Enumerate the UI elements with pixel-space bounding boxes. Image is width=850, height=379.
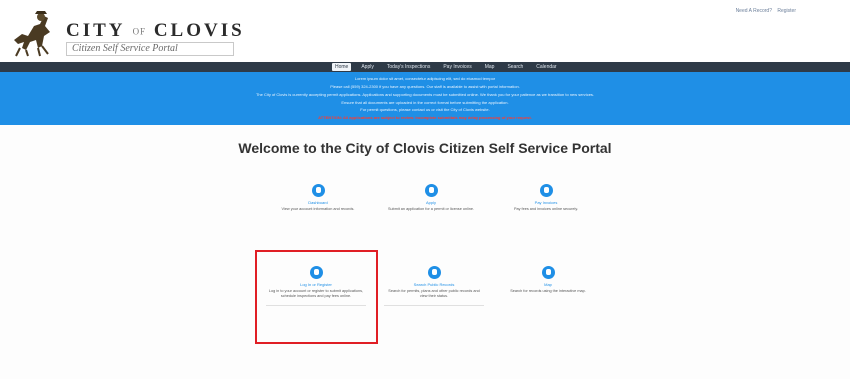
- top-links: Need A Record? Register: [732, 8, 796, 14]
- need-record-link[interactable]: Need A Record?: [736, 8, 772, 14]
- header: CITY OF CLOVIS Citizen Self Service Port…: [0, 0, 850, 62]
- brand-title: CITY OF CLOVIS: [66, 20, 245, 42]
- pay-icon: [539, 184, 553, 197]
- tile-search-records[interactable]: Search Public Records Search for permits…: [384, 266, 484, 306]
- search-icon: [427, 266, 441, 279]
- banner-line: Ensure that all documents are uploaded i…: [341, 100, 509, 105]
- tile-label: Apply: [425, 200, 436, 205]
- register-link[interactable]: Register: [777, 8, 796, 14]
- banner-line: Please call (559) 324-2300 if you have a…: [330, 84, 520, 89]
- highlight-box: [255, 250, 378, 344]
- nav-item-apply[interactable]: Apply: [358, 63, 377, 71]
- tile-description: Pay fees and invoices online securely.: [513, 207, 579, 211]
- tile-dashboard[interactable]: Dashboard View your account information …: [268, 184, 368, 212]
- tile-map[interactable]: Map Search for records using the interac…: [498, 266, 598, 294]
- site-logo[interactable]: CITY OF CLOVIS Citizen Self Service Port…: [8, 6, 242, 58]
- tile-label: Search Public Records: [413, 282, 455, 287]
- divider: [384, 305, 484, 306]
- banner-line: The City of Clovis is currently acceptin…: [255, 92, 595, 97]
- tile-description: Search for records using the interactive…: [510, 289, 586, 293]
- cowboy-emblem-icon: [14, 11, 50, 57]
- banner-line: For permit questions, please contact us …: [360, 107, 490, 112]
- nav-item-pay-invoices[interactable]: Pay Invoices: [440, 63, 474, 71]
- tile-pay-invoices[interactable]: Pay Invoices Pay fees and invoices onlin…: [496, 184, 596, 212]
- nav-items: Home Apply Today's Inspections Pay Invoi…: [332, 62, 560, 72]
- banner-alert-line: ATTENTION: All applications are subject …: [318, 115, 532, 120]
- tile-description: View your account information and record…: [281, 207, 355, 211]
- tile-description: Submit an application for a permit or li…: [387, 207, 475, 211]
- main-nav: Home Apply Today's Inspections Pay Invoi…: [0, 62, 850, 72]
- welcome-heading: Welcome to the City of Clovis Citizen Se…: [238, 140, 612, 156]
- dashboard-icon: [311, 184, 325, 197]
- nav-item-search[interactable]: Search: [504, 63, 526, 71]
- nav-item-home[interactable]: Home: [332, 63, 352, 71]
- tile-label: Dashboard: [308, 200, 328, 205]
- brand-city: CITY: [66, 20, 125, 41]
- tile-label: Pay Invoices: [534, 200, 558, 205]
- tile-apply[interactable]: Apply Submit an application for a permit…: [381, 184, 481, 212]
- nav-item-calendar[interactable]: Calendar: [533, 63, 559, 71]
- tile-description: Search for permits, plans and other publ…: [388, 289, 480, 298]
- apply-icon: [424, 184, 438, 197]
- brand-of: OF: [132, 26, 147, 37]
- brand-name: CLOVIS: [153, 20, 245, 41]
- map-icon: [541, 266, 555, 279]
- nav-item-inspections[interactable]: Today's Inspections: [384, 63, 433, 71]
- nav-item-map[interactable]: Map: [482, 63, 498, 71]
- page: CITY OF CLOVIS Citizen Self Service Port…: [0, 0, 850, 379]
- banner-line: Lorem ipsum dolor sit amet, consectetur …: [354, 76, 496, 81]
- brand-subtitle: Citizen Self Service Portal: [66, 42, 234, 56]
- tile-label: Map: [544, 282, 552, 287]
- announcement-banner: Lorem ipsum dolor sit amet, consectetur …: [0, 72, 850, 125]
